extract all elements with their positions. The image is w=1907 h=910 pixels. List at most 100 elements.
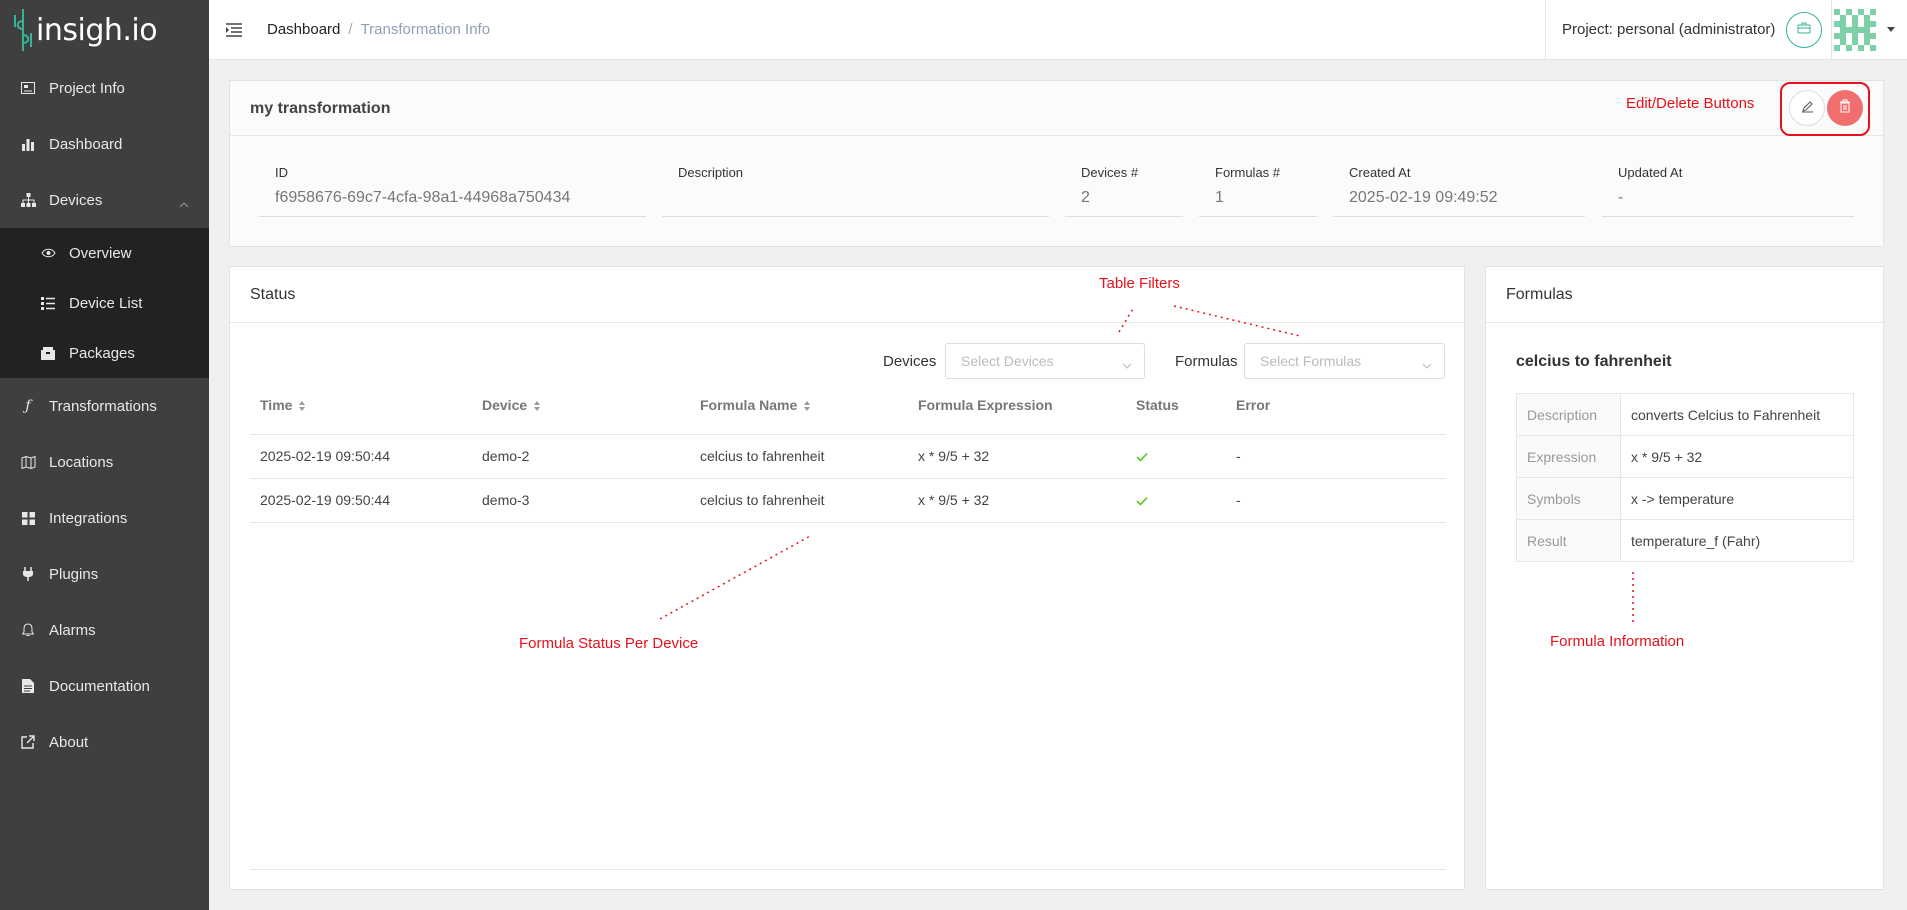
- sidebar-item-device-list[interactable]: Device List: [0, 278, 209, 328]
- field-updated-at: Updated At -: [1602, 165, 1854, 217]
- edit-button[interactable]: [1789, 90, 1825, 126]
- sitemap-icon: [20, 192, 36, 208]
- sidebar-item-label: Devices: [49, 191, 103, 209]
- field-label: Devices #: [1081, 165, 1139, 180]
- sidebar-nav: Project Info Dashboard Devices: [0, 60, 209, 228]
- chevron-down-icon: [1422, 356, 1432, 372]
- column-header-status: Status: [1136, 397, 1179, 413]
- pencil-icon: [1801, 100, 1814, 117]
- cell-expression: x * 9/5 + 32: [918, 492, 990, 508]
- sidebar-item-locations[interactable]: Locations: [0, 434, 209, 490]
- column-header-error: Error: [1236, 397, 1270, 413]
- field-label: Formulas #: [1215, 165, 1281, 180]
- sidebar-item-label: Transformations: [49, 397, 157, 415]
- sidebar-item-overview[interactable]: Overview: [0, 228, 209, 278]
- field-value: -: [1602, 189, 1854, 217]
- sidebar-item-documentation[interactable]: Documentation: [0, 658, 209, 714]
- devices-submenu: Overview Device List Packages: [0, 228, 209, 378]
- row-divider: [250, 478, 1446, 479]
- detail-key: Expression: [1516, 435, 1621, 478]
- sidebar-item-label: Packages: [69, 344, 135, 362]
- file-icon: [20, 678, 36, 694]
- grid-icon: [20, 510, 36, 526]
- column-header-formula-expression: Formula Expression: [918, 397, 1053, 413]
- sidebar-item-integrations[interactable]: Integrations: [0, 490, 209, 546]
- divider: [1486, 322, 1883, 323]
- annotation-formula-status: Formula Status Per Device: [519, 635, 699, 652]
- detail-key: Description: [1516, 393, 1621, 436]
- cell-error: -: [1236, 448, 1241, 464]
- cell-device: demo-3: [482, 492, 530, 508]
- cell-time: 2025-02-19 09:50:44: [260, 448, 390, 464]
- avatar[interactable]: [1834, 9, 1876, 51]
- map-icon: [20, 454, 36, 470]
- formula-name: celcius to fahrenheit: [1516, 353, 1672, 370]
- column-label: Device: [482, 397, 528, 413]
- project-switch-button[interactable]: [1786, 11, 1823, 48]
- formulas-title: Formulas: [1506, 286, 1573, 303]
- cell-device: demo-2: [482, 448, 530, 464]
- sidebar-item-devices[interactable]: Devices: [0, 172, 209, 228]
- detail-key: Result: [1516, 519, 1621, 562]
- column-header-formula-name[interactable]: Formula Name: [700, 397, 811, 413]
- formula-details-table: Description converts Celcius to Fahrenhe…: [1516, 393, 1854, 562]
- chevron-up-icon: [179, 195, 189, 212]
- sort-icon: [803, 399, 811, 411]
- top-header: Dashboard / Transformation Info Project:…: [209, 0, 1907, 60]
- function-icon: ƒ: [25, 398, 31, 414]
- column-label: Time: [260, 397, 293, 413]
- field-description: Description: [662, 165, 1049, 217]
- sidebar-item-label: Device List: [69, 294, 143, 312]
- menu-toggle-icon[interactable]: [225, 22, 243, 38]
- sidebar-item-dashboard[interactable]: Dashboard: [0, 116, 209, 172]
- field-value: f6958676-69c7-4cfa-98a1-44968a750434: [259, 189, 646, 217]
- bar-chart-icon: [20, 136, 36, 152]
- plug-icon: [20, 566, 36, 582]
- sidebar-item-packages[interactable]: Packages: [0, 328, 209, 378]
- breadcrumb-separator: /: [348, 21, 353, 38]
- sidebar-item-about[interactable]: About: [0, 714, 209, 770]
- devices-filter-select[interactable]: Select Devices: [945, 343, 1145, 379]
- logo[interactable]: insigh.io: [0, 0, 209, 60]
- field-value: [662, 189, 1049, 217]
- sidebar-item-label: Project Info: [49, 79, 125, 97]
- delete-button[interactable]: [1827, 90, 1863, 126]
- cell-error: -: [1236, 492, 1241, 508]
- sidebar-item-label: Overview: [69, 244, 132, 262]
- table-row: Symbols x -> temperature: [1516, 477, 1854, 520]
- external-link-icon: [20, 734, 36, 750]
- field-label: Created At: [1349, 165, 1411, 180]
- select-placeholder: Select Devices: [961, 353, 1054, 369]
- status-card: Status Devices Select Devices Formulas S…: [229, 266, 1465, 890]
- sidebar-item-alarms[interactable]: Alarms: [0, 602, 209, 658]
- detail-value: x * 9/5 + 32: [1620, 435, 1854, 478]
- field-value: 2: [1065, 189, 1183, 217]
- field-devices-count: Devices # 2: [1065, 165, 1183, 217]
- caret-down-icon[interactable]: [1887, 27, 1895, 32]
- column-header-device[interactable]: Device: [482, 397, 541, 413]
- sidebar: insigh.io Project Info Dashboard Devices: [0, 0, 209, 910]
- sort-icon: [533, 399, 541, 411]
- field-label: ID: [275, 165, 288, 180]
- eye-icon: [40, 245, 56, 261]
- formulas-filter-label: Formulas: [1175, 353, 1238, 370]
- sidebar-item-project-info[interactable]: Project Info: [0, 60, 209, 116]
- project-selector: Project: personal (administrator): [1545, 0, 1832, 59]
- detail-value: temperature_f (Fahr): [1620, 519, 1854, 562]
- sidebar-nav-lower: ƒ Transformations Locations Integrations…: [0, 378, 209, 770]
- sidebar-item-transformations[interactable]: ƒ Transformations: [0, 378, 209, 434]
- table-row: Expression x * 9/5 + 32: [1516, 435, 1854, 478]
- breadcrumb-home-link[interactable]: Dashboard: [267, 21, 340, 38]
- annotation-formula-info: Formula Information: [1550, 633, 1685, 650]
- image-icon: [20, 80, 36, 96]
- briefcase-icon: [1797, 21, 1811, 38]
- sidebar-item-label: Alarms: [49, 621, 96, 639]
- column-header-time[interactable]: Time: [260, 397, 306, 413]
- sidebar-item-label: Integrations: [49, 509, 128, 527]
- table-row: Result temperature_f (Fahr): [1516, 519, 1854, 562]
- sidebar-item-plugins[interactable]: Plugins: [0, 546, 209, 602]
- sort-icon: [298, 399, 306, 411]
- sidebar-item-label: About: [49, 733, 89, 751]
- sidebar-item-label: Plugins: [49, 565, 99, 583]
- formulas-filter-select[interactable]: Select Formulas: [1244, 343, 1445, 379]
